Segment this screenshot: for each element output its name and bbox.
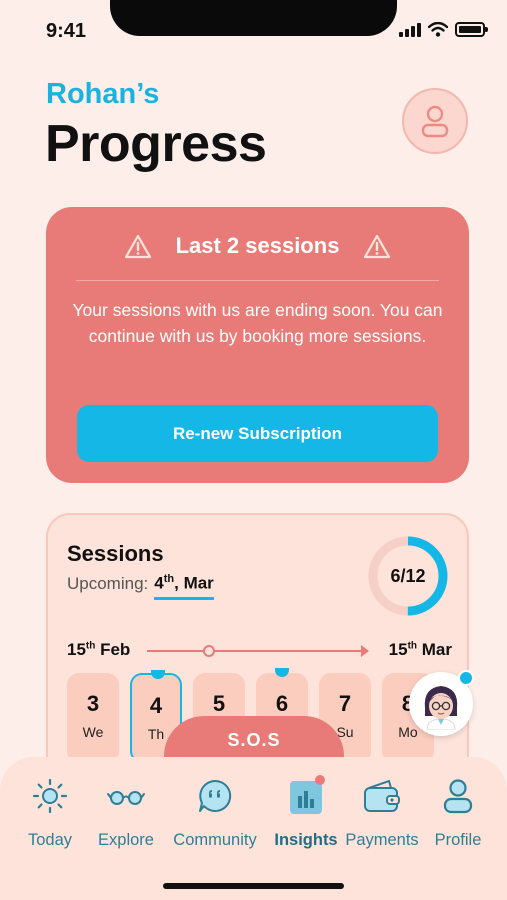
nav-label: Today — [27, 831, 73, 849]
nav-today[interactable]: Today — [8, 775, 92, 850]
day-number: 4 — [149, 693, 163, 718]
alert-message: Your sessions with us are ending soon. Y… — [72, 300, 443, 346]
sessions-progress-label: 6/12 — [390, 565, 426, 586]
sun-icon — [29, 775, 71, 817]
warning-icon — [364, 234, 391, 258]
upcoming-session: Upcoming: 4th, Mar — [67, 573, 214, 600]
range-start-month: Feb — [95, 640, 131, 659]
range-end-date: 15th Mar — [389, 640, 452, 660]
arrow-right-icon — [361, 645, 369, 657]
glasses-icon — [105, 775, 147, 817]
session-date-range: 15th Feb 15th Mar — [67, 640, 452, 664]
nav-profile[interactable]: Profile — [416, 775, 500, 850]
upcoming-date[interactable]: 4th, Mar — [154, 573, 214, 600]
page-title: Progress — [45, 115, 267, 173]
doctor-avatar-icon — [424, 686, 458, 730]
nav-community[interactable]: Community — [173, 775, 257, 850]
bottom-navigation: Today Explore Community Insights Payment… — [0, 757, 507, 900]
sessions-title: Sessions — [67, 541, 164, 566]
bar-chart-icon — [285, 775, 327, 817]
upcoming-day-suffix: th — [163, 573, 175, 585]
range-current-marker — [203, 645, 215, 657]
day-number: 5 — [212, 691, 226, 716]
nav-label: Explore — [98, 831, 154, 849]
range-start-day: 15 — [67, 640, 86, 659]
notification-badge — [315, 775, 325, 785]
wallet-icon — [361, 775, 403, 817]
nav-explore[interactable]: Explore — [84, 775, 168, 850]
range-end-day: 15 — [388, 640, 408, 659]
status-icons — [399, 22, 488, 37]
alert-title: Last 2 sessions — [175, 233, 340, 258]
range-timeline — [147, 650, 365, 652]
renew-subscription-button[interactable]: Re-new Subscription — [77, 405, 438, 462]
wifi-icon — [428, 22, 448, 37]
upcoming-day: 4 — [154, 573, 164, 593]
nav-label: Community — [173, 831, 257, 849]
day-number: 7 — [338, 691, 352, 716]
range-end-suffix: th — [407, 640, 418, 652]
nav-label: Payments — [345, 831, 419, 849]
day-number: 6 — [275, 691, 289, 716]
status-time: 9:41 — [46, 20, 87, 42]
user-icon — [421, 105, 449, 138]
range-end-month: Mar — [417, 640, 452, 659]
profile-avatar-button[interactable] — [402, 88, 468, 154]
session-ending-alert: Last 2 sessions Your sessions with us ar… — [46, 207, 469, 483]
battery-icon — [455, 22, 488, 37]
warning-icon — [124, 234, 151, 258]
nav-label: Profile — [434, 831, 482, 849]
user-icon — [437, 775, 479, 817]
upcoming-month: , Mar — [174, 573, 214, 593]
day-number: 3 — [86, 691, 100, 716]
cellular-signal-icon — [399, 22, 421, 37]
upcoming-label: Upcoming: — [67, 573, 149, 593]
device-notch — [110, 0, 397, 36]
day-weekday: We — [82, 724, 104, 740]
range-start-date: 15th Feb — [67, 640, 130, 660]
range-start-suffix: th — [85, 640, 96, 652]
session-indicator — [151, 670, 165, 679]
nav-payments[interactable]: Payments — [340, 775, 424, 850]
child-name: Rohan’s — [46, 78, 160, 110]
home-indicator — [163, 883, 344, 889]
session-indicator — [275, 668, 289, 677]
assistant-online-badge — [458, 670, 474, 686]
alert-divider — [76, 280, 439, 281]
day-item[interactable]: 3 We — [67, 673, 119, 763]
chat-quote-icon — [194, 775, 236, 817]
alert-header: Last 2 sessions — [46, 233, 469, 259]
nav-label: Insights — [274, 831, 338, 849]
status-bar: 9:41 — [0, 0, 507, 60]
nav-insights[interactable]: Insights — [264, 775, 348, 850]
